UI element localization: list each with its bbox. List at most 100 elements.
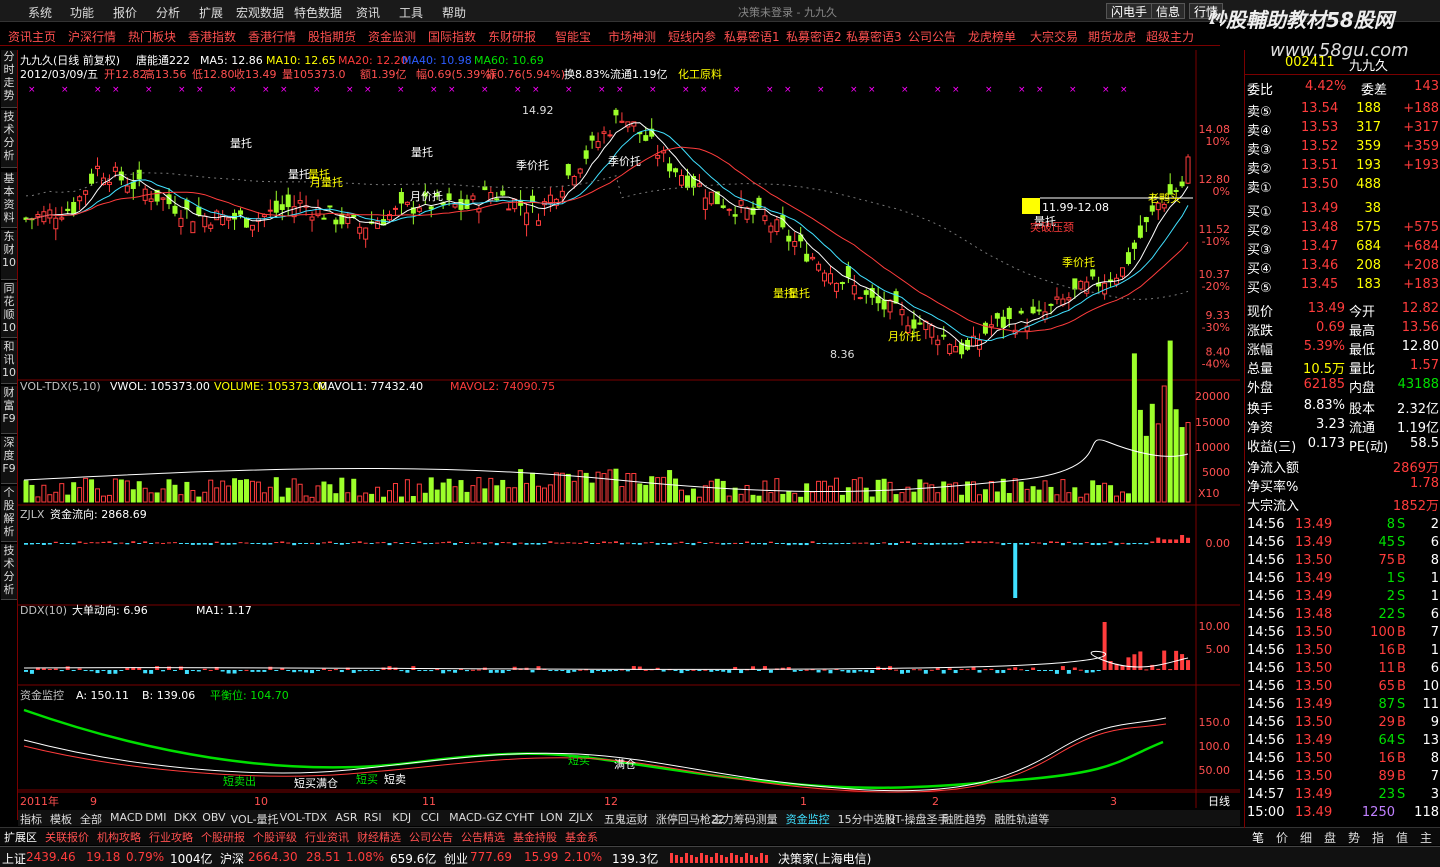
ext-link-2[interactable]: 机构攻略 (97, 829, 141, 845)
indicator-tab-5[interactable]: DKX (174, 811, 197, 824)
ask-label: 卖② (1247, 162, 1272, 177)
menu-item-3[interactable]: 分析 (156, 4, 180, 21)
indicator-tab-4[interactable]: DMI (145, 811, 166, 824)
left-tab-4[interactable]: 同花顺10 (1, 282, 17, 338)
volume-bar (988, 481, 994, 503)
ext-link-5[interactable]: 个股评级 (253, 829, 297, 845)
toolbar-link-17[interactable]: 大宗交易 (1030, 28, 1078, 45)
toolbar-link-5[interactable]: 股指期货 (308, 28, 356, 45)
indicator-tab-16[interactable]: ZJLX (569, 811, 593, 824)
ddx-bar (1180, 654, 1185, 670)
ext-link-11[interactable]: 基金系 (565, 829, 598, 845)
menu-right-1[interactable]: 信息 (1151, 3, 1186, 19)
indicator-tab-9[interactable]: ASR (335, 811, 357, 824)
candle-body (1131, 242, 1137, 249)
ext-link-3[interactable]: 行业攻略 (149, 829, 193, 845)
indicator-tab-24[interactable]: 融胜轨道等 (994, 811, 1049, 827)
indicator-tab-13[interactable]: MACD-GZ (449, 811, 502, 824)
toolbar-link-10[interactable]: 市场神测 (608, 28, 656, 45)
indicator-tab-8[interactable]: VOL-TDX (280, 811, 328, 824)
left-tab-8[interactable]: 个股解析 (1, 486, 17, 542)
candle-body (1108, 279, 1114, 282)
indicator-tab-3[interactable]: MACD (110, 811, 143, 824)
indicator-tab-20[interactable]: 资金监控 (786, 811, 830, 827)
left-tab-6[interactable]: 财富F9 (1, 386, 17, 434)
indicator-tab-14[interactable]: CYHT (505, 811, 534, 824)
toolbar-link-7[interactable]: 国际指数 (428, 28, 476, 45)
menu-item-2[interactable]: 报价 (113, 4, 137, 21)
indicator-tab-1[interactable]: 模板 (50, 811, 72, 827)
left-tab-2[interactable]: 基本资料 (1, 172, 17, 228)
ext-link-8[interactable]: 公司公告 (409, 829, 453, 845)
toolbar-link-15[interactable]: 公司公告 (908, 28, 956, 45)
quote-tab-1[interactable]: 价 (1276, 829, 1288, 846)
toolbar-link-16[interactable]: 龙虎榜单 (968, 28, 1016, 45)
tick-row: 14:56 13.49 87 S 11 (1245, 697, 1440, 715)
menu-item-8[interactable]: 工具 (399, 4, 423, 21)
ext-link-9[interactable]: 公告精选 (461, 829, 505, 845)
ext-link-4[interactable]: 个股研报 (201, 829, 245, 845)
toolbar-link-6[interactable]: 资金监测 (368, 28, 416, 45)
toolbar-link-3[interactable]: 香港指数 (188, 28, 236, 45)
left-tab-7[interactable]: 深度F9 (1, 436, 17, 484)
indicator-tab-17[interactable]: 五鬼运财 (604, 811, 648, 827)
date-label: 10 (254, 795, 268, 808)
menu-item-9[interactable]: 帮助 (442, 4, 466, 21)
indicator-tab-6[interactable]: OBV (202, 811, 225, 824)
indicator-tab-19[interactable]: 主力筹码测量 (712, 811, 778, 827)
toolbar-link-4[interactable]: 香港行情 (248, 28, 296, 45)
menu-item-5[interactable]: 宏观数据 (236, 4, 284, 21)
ext-link-7[interactable]: 财经精选 (357, 829, 401, 845)
menu-item-7[interactable]: 资讯 (356, 4, 380, 21)
toolbar-link-19[interactable]: 超级主力 (1146, 28, 1194, 45)
left-tab-3[interactable]: 东财10 (1, 230, 17, 280)
toolbar-link-0[interactable]: 资讯主页 (8, 28, 56, 45)
indicator-tab-12[interactable]: CCI (421, 811, 440, 824)
indicator-tab-11[interactable]: KDJ (392, 811, 411, 824)
quote-tab-4[interactable]: 势 (1348, 829, 1360, 846)
indicator-tab-7[interactable]: VOL-量托 (231, 811, 279, 827)
ext-link-1[interactable]: 关联报价 (45, 829, 89, 845)
toolbar-link-12[interactable]: 私募密语1 (724, 28, 780, 45)
quote-tab-7[interactable]: 主 (1420, 829, 1432, 846)
indicator-tab-10[interactable]: RSI (364, 811, 382, 824)
quote-tab-3[interactable]: 盘 (1324, 829, 1336, 846)
volume-bar (935, 492, 941, 503)
quote-tab-6[interactable]: 值 (1396, 829, 1408, 846)
toolbar-link-14[interactable]: 私募密语3 (846, 28, 902, 45)
toolbar-link-11[interactable]: 短线内参 (668, 28, 716, 45)
menu-item-1[interactable]: 功能 (70, 4, 94, 21)
chart-annotation: 月价托 (888, 329, 921, 343)
left-tab-9[interactable]: 技术分析 (1, 544, 17, 600)
menu-right-0[interactable]: 闪电手 (1106, 3, 1153, 19)
left-tab-5[interactable]: 和讯10 (1, 340, 17, 384)
toolbar-link-9[interactable]: 智能宝 (555, 28, 591, 45)
left-tab-0[interactable]: 分时走势 (1, 50, 17, 108)
quote-tab-0[interactable]: 笔 (1252, 829, 1264, 846)
toolbar-link-13[interactable]: 私募密语2 (786, 28, 842, 45)
quote-tab-2[interactable]: 细 (1300, 829, 1312, 846)
toolbar-link-2[interactable]: 热门板块 (128, 28, 176, 45)
indicator-tab-15[interactable]: LON (540, 811, 563, 824)
candles (23, 107, 1191, 359)
stat-val: 5.39% (1303, 339, 1345, 354)
quote-tab-5[interactable]: 指 (1372, 829, 1384, 846)
menu-item-6[interactable]: 特色数据 (294, 4, 342, 21)
candle-body (124, 185, 130, 193)
indicator-tab-2[interactable]: 全部 (80, 811, 102, 827)
k-line-chart[interactable]: 14.0810%12.800%11.52-10%10.37-20%9.33-30… (18, 50, 1242, 810)
ext-link-0[interactable]: 扩展区 (4, 829, 37, 845)
fund-flow-bar (476, 542, 481, 544)
left-tab-1[interactable]: 技术分析 (1, 110, 17, 168)
toolbar-link-8[interactable]: 东财研报 (488, 28, 536, 45)
menu-item-0[interactable]: 系统 (28, 4, 52, 21)
indicator-tab-22[interactable]: HT-操盘圣手 (887, 811, 949, 827)
ext-link-6[interactable]: 行业资讯 (305, 829, 349, 845)
menu-item-4[interactable]: 扩展 (199, 4, 223, 21)
fund-flow-bar (762, 543, 767, 545)
toolbar-link-1[interactable]: 沪深行情 (68, 28, 116, 45)
indicator-tab-23[interactable]: 融胜趋势 (942, 811, 986, 827)
ext-link-10[interactable]: 基金持股 (513, 829, 557, 845)
indicator-tab-0[interactable]: 指标 (20, 811, 42, 827)
toolbar-link-18[interactable]: 期货龙虎 (1088, 28, 1136, 45)
